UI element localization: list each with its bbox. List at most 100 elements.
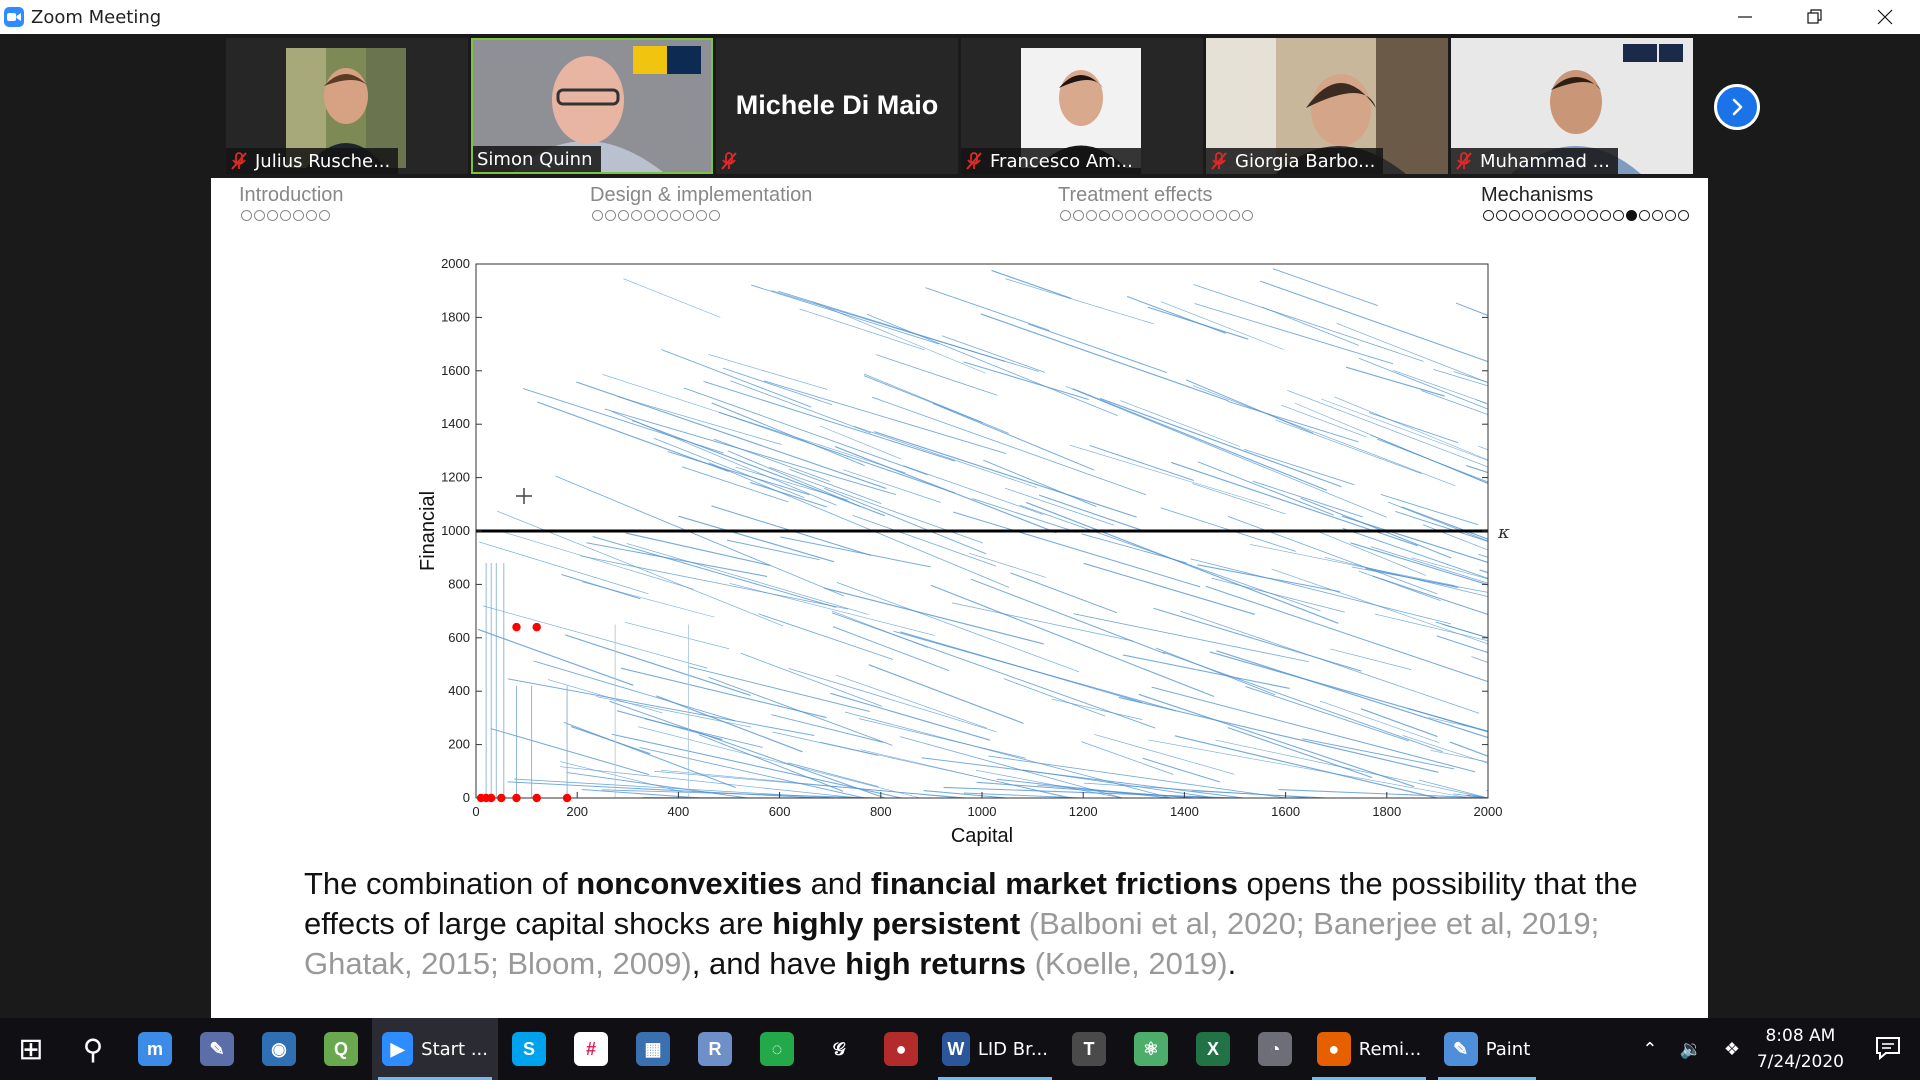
slide-dot[interactable] xyxy=(1138,210,1149,221)
flow-arrow xyxy=(1151,686,1476,773)
participant-tile[interactable]: Giorgia Barbo... xyxy=(1206,38,1448,174)
section-link-2[interactable]: Treatment effects xyxy=(1058,184,1213,207)
minimize-button[interactable] xyxy=(1710,0,1780,34)
slide-dot[interactable] xyxy=(1483,210,1494,221)
flow-arrow xyxy=(623,278,721,318)
slide-dot[interactable] xyxy=(1177,210,1188,221)
volume-icon[interactable]: 🔉 xyxy=(1679,1039,1701,1060)
slide-dot[interactable] xyxy=(1600,210,1611,221)
slide-dot[interactable] xyxy=(1561,210,1572,221)
slide-dot[interactable] xyxy=(1509,210,1520,221)
slide-dot[interactable] xyxy=(1099,210,1110,221)
slide-dot[interactable] xyxy=(1112,210,1123,221)
slide-dot[interactable] xyxy=(267,210,278,221)
taskbar-item-calculator[interactable]: ▦ xyxy=(622,1018,684,1080)
slide-dot[interactable] xyxy=(657,210,668,221)
slide-dot[interactable] xyxy=(1125,210,1136,221)
taskbar-item-github[interactable]: ◔ xyxy=(1244,1018,1306,1080)
section-progress-dots xyxy=(1483,210,1691,224)
slide-dot[interactable] xyxy=(1151,210,1162,221)
slide-dot[interactable] xyxy=(254,210,265,221)
taskbar-item-app[interactable]: m xyxy=(124,1018,186,1080)
slide-dot[interactable] xyxy=(319,210,330,221)
taskbar-item-script[interactable]: 𝒢 xyxy=(808,1018,870,1080)
taskbar-item-mendeley[interactable]: ● xyxy=(870,1018,932,1080)
section-link-0[interactable]: Introduction xyxy=(239,184,344,207)
chevron-up-icon[interactable]: ⌃ xyxy=(1642,1039,1657,1060)
slide-dot[interactable] xyxy=(1190,210,1201,221)
taskbar-item-windows-start[interactable]: ⊞ xyxy=(0,1018,62,1080)
taskbar-item-atom[interactable]: ⚛ xyxy=(1120,1018,1182,1080)
system-clock[interactable]: 8:08 AM 7/24/2020 xyxy=(1757,1018,1844,1080)
slide-dot[interactable] xyxy=(1665,210,1676,221)
flow-arrow xyxy=(1260,280,1489,363)
slide-dot[interactable] xyxy=(696,210,707,221)
taskbar-item-slack[interactable]: # xyxy=(560,1018,622,1080)
slide-dot[interactable] xyxy=(1164,210,1175,221)
next-participants-button[interactable] xyxy=(1714,84,1760,130)
taskbar-item-skype[interactable]: S xyxy=(498,1018,560,1080)
slide-dot[interactable] xyxy=(1678,210,1689,221)
flow-arrow xyxy=(1272,268,1378,307)
slide-dot[interactable] xyxy=(1060,210,1071,221)
taskbar-item-tex[interactable]: T xyxy=(1058,1018,1120,1080)
slide-dot[interactable] xyxy=(241,210,252,221)
slide-dot[interactable] xyxy=(644,210,655,221)
slide-dot[interactable] xyxy=(1652,210,1663,221)
slide-dot[interactable] xyxy=(618,210,629,221)
slide-dot[interactable] xyxy=(605,210,616,221)
slide-dot[interactable] xyxy=(1086,210,1097,221)
slide-dot[interactable] xyxy=(631,210,642,221)
taskbar-item-paint[interactable]: ✎ Paint xyxy=(1432,1018,1542,1080)
close-button[interactable] xyxy=(1850,0,1920,34)
slide-dot[interactable] xyxy=(1496,210,1507,221)
slide-dot[interactable] xyxy=(1535,210,1546,221)
slide-dot[interactable] xyxy=(670,210,681,221)
slide-dot[interactable] xyxy=(1639,210,1650,221)
taskbar-item-firefox[interactable]: ● Remi... xyxy=(1306,1018,1432,1080)
participant-tile[interactable]: Muhammad ... xyxy=(1451,38,1693,174)
slide-dot[interactable] xyxy=(1613,210,1624,221)
taskbar-item-qgis[interactable]: Q xyxy=(310,1018,372,1080)
taskbar-item-r[interactable]: R xyxy=(684,1018,746,1080)
section-link-1[interactable]: Design & implementation xyxy=(590,184,812,207)
slide-dot[interactable] xyxy=(1522,210,1533,221)
slide-dot[interactable] xyxy=(1073,210,1084,221)
taskbar-item-texstudio[interactable]: ✎ xyxy=(186,1018,248,1080)
slide-dot[interactable] xyxy=(293,210,304,221)
slide-dot[interactable] xyxy=(709,210,720,221)
taskbar-item-spinner[interactable]: ◌ xyxy=(746,1018,808,1080)
flow-arrow xyxy=(1081,741,1174,775)
section-link-3[interactable]: Mechanisms xyxy=(1481,184,1593,207)
slide-dot[interactable] xyxy=(280,210,291,221)
notification-icon[interactable] xyxy=(1874,1034,1902,1062)
participant-tile[interactable]: Francesco Am... xyxy=(961,38,1203,174)
participant-tile-active[interactable]: Simon Quinn xyxy=(471,38,713,174)
slide-dot[interactable] xyxy=(592,210,603,221)
participant-tile[interactable]: Michele Di Maio xyxy=(716,38,958,174)
slide-dot[interactable] xyxy=(1548,210,1559,221)
y-axis-label: Financial xyxy=(417,491,439,571)
slide-dot[interactable] xyxy=(683,210,694,221)
flow-arrow xyxy=(771,714,883,743)
taskbar-item-label: Paint xyxy=(1485,1038,1531,1060)
slide-dot[interactable] xyxy=(1216,210,1227,221)
dropbox-icon[interactable]: ❖ xyxy=(1724,1039,1740,1060)
slide-dot[interactable] xyxy=(1587,210,1598,221)
slide-dot[interactable] xyxy=(1574,210,1585,221)
slide-dot[interactable] xyxy=(306,210,317,221)
firefox-icon: ● xyxy=(1316,1032,1351,1066)
slide-dot[interactable] xyxy=(1242,210,1253,221)
flow-arrow xyxy=(565,634,751,697)
taskbar-item-search[interactable]: ⚲ xyxy=(62,1018,124,1080)
taskbar-item-globe[interactable]: ◉ xyxy=(248,1018,310,1080)
restore-button[interactable] xyxy=(1780,0,1850,34)
slide-dot[interactable] xyxy=(1203,210,1214,221)
taskbar-item-excel[interactable]: X xyxy=(1182,1018,1244,1080)
participant-tile[interactable]: Julius Rusche... xyxy=(226,38,468,174)
taskbar-item-zoom[interactable]: ▶ Start ... xyxy=(372,1018,498,1080)
slide-dot[interactable] xyxy=(1229,210,1240,221)
flow-arrow xyxy=(1281,404,1367,438)
taskbar-item-word[interactable]: W LID Br... xyxy=(932,1018,1058,1080)
slide-dot[interactable] xyxy=(1626,210,1637,221)
